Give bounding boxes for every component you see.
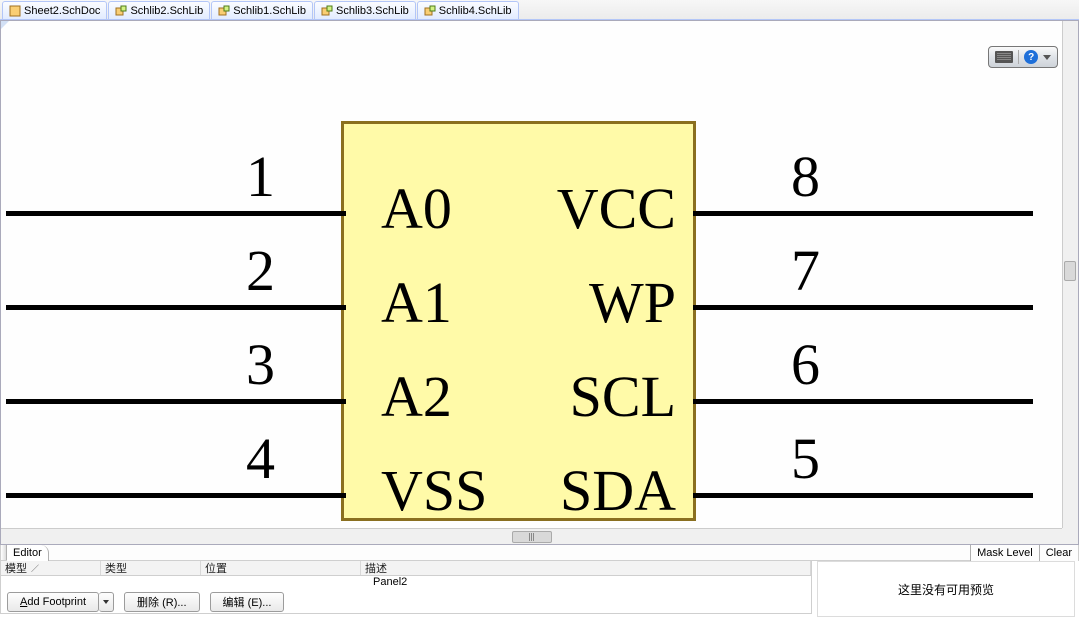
pin-line (6, 493, 346, 498)
pin-number: 8 (791, 143, 820, 210)
tab-label: Schlib2.SchLib (130, 5, 203, 17)
mask-level-button[interactable]: Mask Level (970, 545, 1039, 561)
scrollbar-thumb[interactable] (512, 531, 552, 543)
tab-schlib2[interactable]: Schlib2.SchLib (108, 1, 210, 19)
col-model[interactable]: 模型／ (1, 561, 101, 575)
row-spacer (1, 576, 373, 590)
pin-line (693, 493, 1033, 498)
col-location[interactable]: 位置 (201, 561, 361, 575)
scrollbar-corner (1062, 528, 1078, 544)
pin-line (693, 305, 1033, 310)
schlib-icon (424, 5, 436, 17)
pin-number: 2 (246, 237, 275, 304)
pin-line (693, 211, 1033, 216)
status-widget[interactable]: ? (988, 46, 1058, 68)
preview-placeholder: 这里没有可用预览 (898, 581, 994, 598)
keyboard-icon (995, 51, 1013, 63)
pin-name: VSS (381, 457, 487, 524)
tab-label: Schlib3.SchLib (336, 5, 409, 17)
scrollbar-thumb[interactable] (1064, 261, 1076, 281)
edit-button[interactable]: 编辑 (E)... (210, 592, 285, 612)
pin-name: SDA (560, 457, 676, 524)
tab-label: Sheet2.SchDoc (24, 5, 100, 17)
col-description[interactable]: 描述 (361, 561, 811, 575)
pin-number: 5 (791, 425, 820, 492)
pin-name: A2 (381, 363, 452, 430)
schematic-canvas[interactable]: ? 1 2 3 4 A0 A1 A2 VSS 8 7 6 5 VCC WP SC… (0, 20, 1079, 545)
tab-label: Schlib1.SchLib (233, 5, 306, 17)
add-footprint-dropdown[interactable] (99, 592, 114, 612)
pin-number: 4 (246, 425, 275, 492)
models-grid-header: 模型／ 类型 位置 描述 (0, 561, 812, 576)
help-icon[interactable]: ? (1024, 50, 1038, 64)
document-tabs: Sheet2.SchDoc Schlib2.SchLib Schlib1.Sch… (0, 0, 1079, 20)
pin-name: VCC (557, 175, 676, 242)
pin-name: A1 (381, 269, 452, 336)
pin-number: 1 (246, 143, 275, 210)
pin-line (693, 399, 1033, 404)
delete-button[interactable]: 删除 (R)... (124, 592, 200, 612)
models-grid-row[interactable]: Panel2 (0, 576, 812, 590)
tab-label: Schlib4.SchLib (439, 5, 512, 17)
clear-button[interactable]: Clear (1039, 545, 1078, 561)
pin-line (6, 211, 346, 216)
pin-number: 3 (246, 331, 275, 398)
row-description: Panel2 (373, 576, 407, 590)
pin-name: WP (589, 269, 676, 336)
pin-number: 6 (791, 331, 820, 398)
schlib-icon (115, 5, 127, 17)
add-footprint-button[interactable]: Add Footprint (7, 592, 99, 612)
editor-tab-label: Editor (13, 547, 42, 559)
schlib-icon (321, 5, 333, 17)
chevron-down-icon (103, 600, 109, 604)
preview-panel: 这里没有可用预览 (817, 561, 1075, 617)
origin-marker (1, 21, 9, 29)
tab-sheet2[interactable]: Sheet2.SchDoc (2, 1, 107, 19)
tab-schlib4[interactable]: Schlib4.SchLib (417, 1, 519, 19)
pin-name: SCL (570, 363, 676, 430)
vertical-scrollbar[interactable] (1062, 21, 1078, 528)
editor-tab[interactable]: Editor (7, 545, 49, 561)
col-type[interactable]: 类型 (101, 561, 201, 575)
schdoc-icon (9, 5, 21, 17)
editor-bar: Editor Mask Level Clear (0, 545, 1079, 561)
pin-name: A0 (381, 175, 452, 242)
pin-number: 7 (791, 237, 820, 304)
divider (1018, 50, 1019, 64)
tab-schlib1[interactable]: Schlib1.SchLib (211, 1, 313, 19)
pin-line (6, 399, 346, 404)
horizontal-scrollbar[interactable] (1, 528, 1062, 544)
pin-line (6, 305, 346, 310)
model-buttons: Add Footprint 删除 (R)... 编辑 (E)... (0, 590, 812, 614)
add-footprint-split: Add Footprint (7, 592, 114, 612)
schlib-icon (218, 5, 230, 17)
component-symbol: 1 2 3 4 A0 A1 A2 VSS 8 7 6 5 VCC WP SCL … (21, 121, 1041, 521)
chevron-down-icon[interactable] (1043, 55, 1051, 60)
tab-schlib3[interactable]: Schlib3.SchLib (314, 1, 416, 19)
